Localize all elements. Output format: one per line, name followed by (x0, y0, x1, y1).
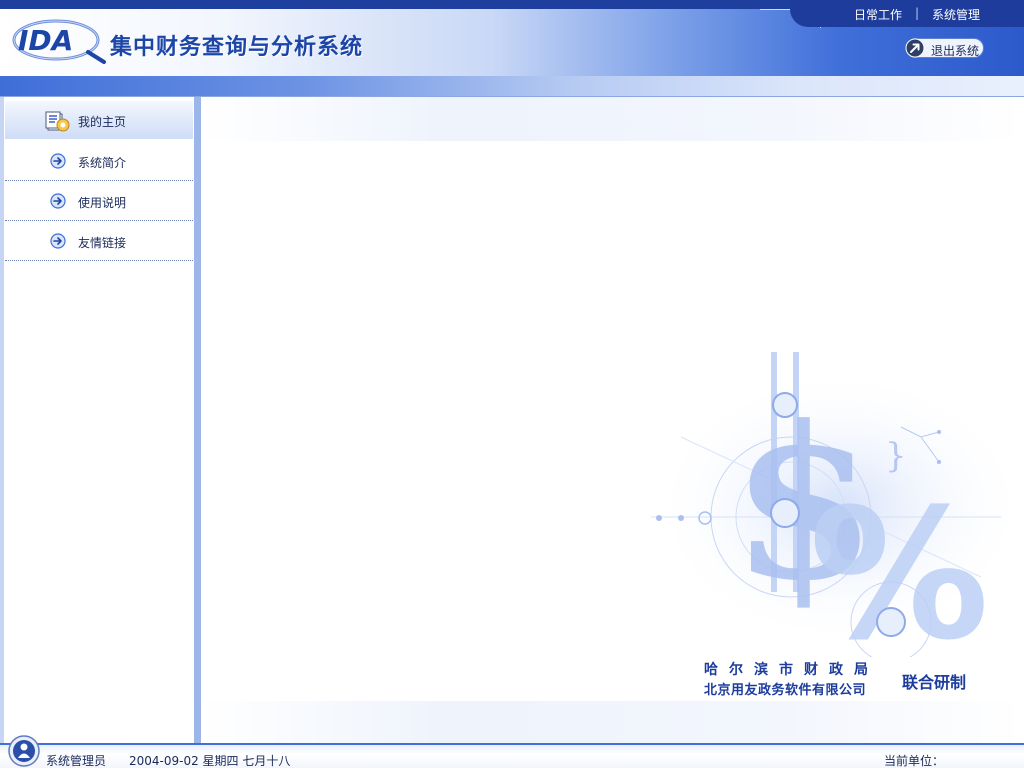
sidebar-item-system-intro[interactable]: 系统简介 (5, 141, 193, 181)
home-page-icon (45, 111, 70, 132)
arrow-right-circle-icon (50, 233, 66, 249)
logo-text: IDA (18, 24, 73, 57)
sidebar-item-label: 使用说明 (78, 196, 127, 210)
content-top-band (201, 97, 1024, 141)
menu-separator: | (915, 6, 920, 20)
arrow-right-circle-icon (50, 193, 66, 209)
svg-text:}: } (885, 436, 907, 476)
credit-finance-bureau: 哈尔滨市财政局 (704, 662, 879, 678)
sidebar: 我的主页 系统简介 使用说明 友情链接 (0, 97, 201, 743)
menu-system-management[interactable]: 系统管理 (932, 6, 980, 23)
status-date: 2004-09-02 星期四 七月十八 (129, 754, 291, 768)
logout-label: 退出系统 (931, 44, 980, 58)
header-band (0, 76, 1024, 97)
sidebar-item-label: 友情链接 (78, 236, 127, 250)
dollar-percent-emblem: } $ % (631, 352, 1011, 657)
top-menu-bar (790, 0, 1024, 27)
sidebar-item-home[interactable]: 我的主页 (5, 101, 193, 139)
app-title: 集中财务查询与分析系统 (110, 35, 364, 60)
credit-software-company: 北京用友政务软件有限公司 (704, 683, 867, 698)
status-user-name: 系统管理员 (46, 754, 107, 768)
sidebar-item-user-guide[interactable]: 使用说明 (5, 181, 193, 221)
main-content: } $ % 哈尔滨市财政局 北京用友政务软件有限公司 联合研制 (201, 97, 1024, 743)
credit-joint-development: 联合研制 (902, 673, 967, 692)
sidebar-item-label: 系统简介 (78, 156, 127, 170)
sidebar-item-friendly-links[interactable]: 友情链接 (5, 221, 193, 261)
header: 日常工作 | 系统管理 IDA 集中财务查询与分析系统 退出系统 (0, 0, 1024, 76)
arrow-right-circle-icon (50, 153, 66, 169)
status-bar: 系统管理员 2004-09-02 星期四 七月十八 当前单位： (0, 735, 1024, 768)
status-current-unit: 当前单位： (884, 754, 945, 768)
content-bottom-band (201, 701, 1024, 743)
sidebar-item-label: 我的主页 (78, 115, 127, 129)
ida-logo: IDA (12, 19, 106, 64)
logout-arrow-icon (905, 38, 925, 58)
logout-button[interactable]: 退出系统 (905, 38, 984, 58)
user-avatar-icon (8, 735, 40, 767)
menu-daily-work[interactable]: 日常工作 (854, 6, 902, 23)
